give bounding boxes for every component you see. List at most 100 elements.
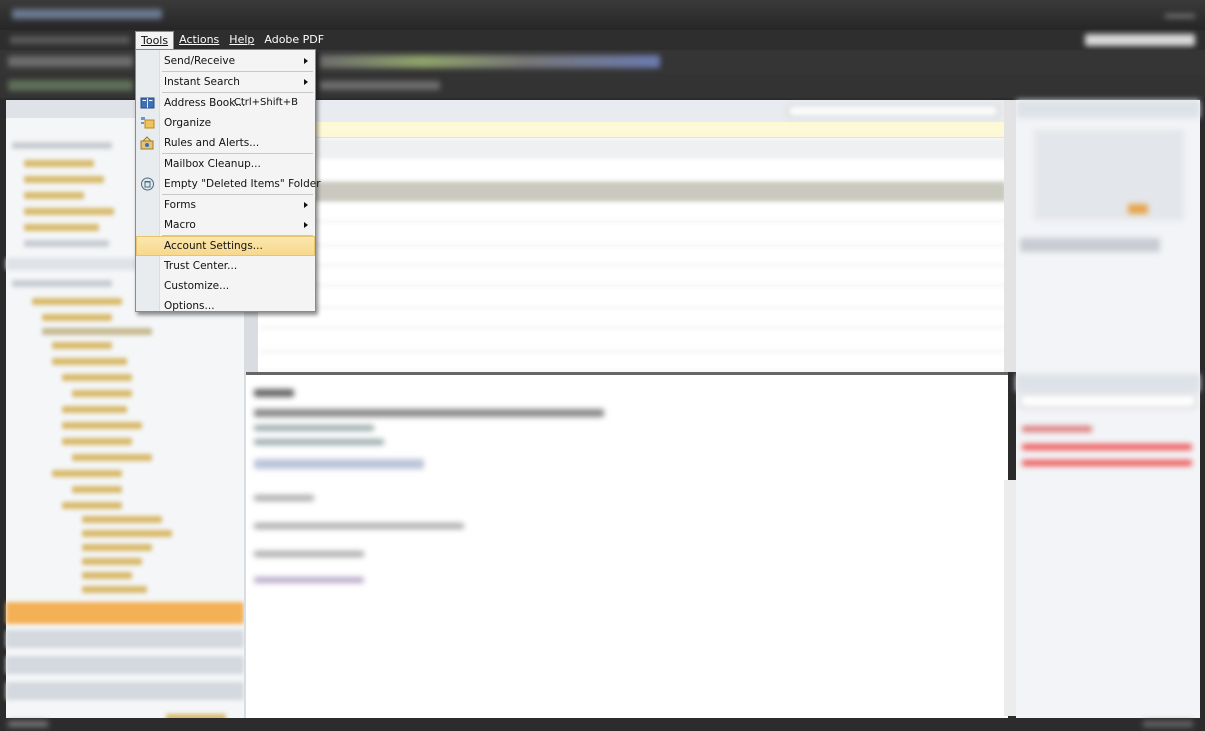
- menu-item-label: Instant Search: [164, 76, 240, 88]
- table-row[interactable]: [258, 266, 1006, 286]
- folder-item[interactable]: [24, 224, 99, 231]
- folder-item[interactable]: [32, 298, 122, 305]
- folder-item[interactable]: [72, 454, 152, 461]
- menu-adobe-pdf[interactable]: Adobe PDF: [259, 31, 329, 49]
- folder-item[interactable]: [82, 544, 152, 551]
- toolbar-buttons-3[interactable]: [8, 80, 133, 91]
- menu-item-label: Account Settings...: [164, 240, 263, 252]
- task-item[interactable]: [1022, 444, 1192, 450]
- folder-item[interactable]: [42, 328, 152, 335]
- message-to: [254, 425, 374, 431]
- attachment-bar[interactable]: [254, 459, 424, 469]
- folder-item[interactable]: [82, 516, 162, 523]
- nav-button-tasks[interactable]: [6, 682, 244, 700]
- folder-item[interactable]: [42, 314, 112, 321]
- message-body-line: [254, 551, 364, 557]
- nav-button-contacts[interactable]: [6, 656, 244, 674]
- nav-button-calendar[interactable]: [6, 630, 244, 648]
- folder-item[interactable]: [62, 406, 127, 413]
- table-row[interactable]: [258, 202, 1006, 222]
- group-header: [258, 158, 1006, 182]
- table-row[interactable]: [258, 352, 1006, 372]
- info-bar: [258, 122, 1006, 138]
- toolbar-buttons[interactable]: [8, 56, 133, 67]
- menu-item-trust-center[interactable]: Trust Center...: [136, 256, 315, 276]
- folder-item[interactable]: [12, 142, 112, 149]
- menu-item-mailbox-cleanup[interactable]: Mailbox Cleanup...: [136, 154, 315, 174]
- menu-item-forms[interactable]: Forms: [136, 195, 315, 215]
- folder-item[interactable]: [72, 390, 132, 397]
- table-row[interactable]: [258, 246, 1006, 266]
- menu-item-customize[interactable]: Customize...: [136, 276, 315, 296]
- menu-item-empty-deleted-items[interactable]: Empty "Deleted Items" Folder: [136, 174, 321, 194]
- menu-help[interactable]: Help: [224, 31, 259, 49]
- menu-item-options[interactable]: Options...: [136, 296, 315, 316]
- task-input[interactable]: [1020, 394, 1196, 408]
- menu-item-label: Mailbox Cleanup...: [164, 158, 261, 170]
- folder-item[interactable]: [24, 192, 84, 199]
- menu-item-file-edit-view[interactable]: [10, 36, 130, 44]
- folder-item[interactable]: [24, 160, 94, 167]
- message-sender: [254, 409, 604, 417]
- message-list-scrollbar[interactable]: [1004, 100, 1016, 372]
- app-icon: [12, 9, 162, 19]
- date-navigator[interactable]: [1034, 130, 1184, 220]
- folder-item[interactable]: [62, 374, 132, 381]
- folder-item[interactable]: [62, 422, 142, 429]
- menu-item-rules-and-alerts[interactable]: Rules and Alerts...: [136, 133, 315, 153]
- folder-item[interactable]: [72, 486, 122, 493]
- menu-adobe-pdf-label: Adobe PDF: [264, 33, 325, 46]
- reading-pane-scrollbar[interactable]: [1004, 480, 1016, 716]
- menu-item-shortcut: Ctrl+Shift+B: [233, 97, 298, 108]
- folder-item[interactable]: [12, 280, 112, 287]
- folder-item[interactable]: [82, 530, 172, 537]
- message-cc: [254, 439, 384, 445]
- today-marker[interactable]: [1128, 204, 1148, 214]
- menu-item-macro[interactable]: Macro: [136, 215, 315, 235]
- folder-item[interactable]: [82, 572, 132, 579]
- menu-tools[interactable]: Tools: [135, 31, 175, 49]
- folder-item[interactable]: [52, 470, 122, 477]
- folder-item[interactable]: [52, 342, 112, 349]
- zoom-control[interactable]: [1143, 721, 1193, 727]
- submenu-arrow-icon: [304, 202, 308, 208]
- task-list-header: [1016, 374, 1200, 392]
- search-help-box[interactable]: [1085, 34, 1195, 46]
- folder-item[interactable]: [24, 208, 114, 215]
- folder-item[interactable]: [62, 438, 132, 445]
- toolbar-buttons-4[interactable]: [320, 81, 440, 90]
- table-row[interactable]: [258, 182, 1006, 202]
- message-subject: [254, 389, 294, 397]
- window-controls[interactable]: [1165, 14, 1195, 18]
- menu-item-address-book[interactable]: Address Book... Ctrl+Shift+B: [136, 93, 315, 113]
- folder-item[interactable]: [52, 358, 127, 365]
- task-item[interactable]: [1022, 426, 1092, 432]
- menu-item-send-receive[interactable]: Send/Receive: [136, 51, 315, 71]
- submenu-arrow-icon: [304, 222, 308, 228]
- search-input[interactable]: [788, 105, 998, 117]
- task-item[interactable]: [1022, 460, 1192, 466]
- table-row[interactable]: [258, 308, 1006, 328]
- folder-item[interactable]: [24, 240, 109, 247]
- menu-item-account-settings[interactable]: Account Settings...: [136, 236, 315, 256]
- menu-help-label: Help: [229, 33, 255, 46]
- menu-item-organize[interactable]: Organize: [136, 113, 315, 133]
- folder-item[interactable]: [82, 586, 147, 593]
- nav-button-mail[interactable]: [6, 602, 244, 624]
- appointment-info: [1020, 238, 1160, 252]
- to-do-bar-header: [1016, 100, 1200, 118]
- column-headers: [258, 138, 1006, 158]
- title-bar: [0, 0, 1205, 30]
- folder-item[interactable]: [24, 176, 104, 183]
- folder-item[interactable]: [82, 558, 142, 565]
- group-header: [258, 328, 1006, 352]
- menu-item-label: Macro: [164, 219, 196, 231]
- toolbar-buttons-2[interactable]: [320, 55, 660, 68]
- submenu-arrow-icon: [304, 58, 308, 64]
- menu-item-instant-search[interactable]: Instant Search: [136, 72, 315, 92]
- menu-bar: Tools Actions Help Adobe PDF: [0, 30, 1205, 50]
- folder-item[interactable]: [62, 502, 122, 509]
- to-do-bar: [1016, 100, 1200, 718]
- menu-actions[interactable]: Actions: [174, 31, 224, 49]
- message-body-line: [254, 523, 464, 529]
